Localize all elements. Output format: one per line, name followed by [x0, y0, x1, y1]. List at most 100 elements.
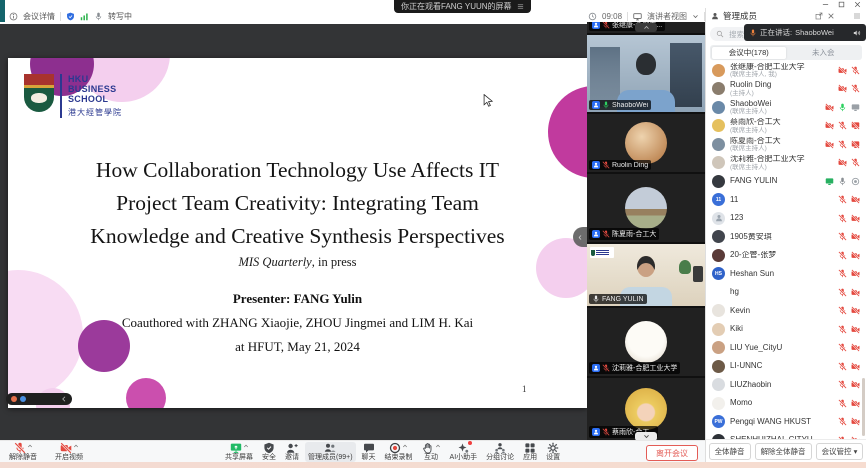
mic-off-icon[interactable]	[838, 288, 847, 297]
participant-row[interactable]: Ruolin Ding(主持人)	[706, 80, 866, 99]
toolbar-chat-button[interactable]: 聊天	[359, 442, 379, 462]
video-strip-collapse-handle[interactable]: ‹	[573, 227, 587, 247]
toolbar-record-button[interactable]: 结束录制	[382, 442, 416, 462]
info-icon[interactable]	[9, 12, 18, 21]
video-tile[interactable]: 陈夏雨-合工大	[587, 174, 705, 242]
mic-off-icon[interactable]	[838, 232, 847, 241]
chevron-up-icon[interactable]	[243, 443, 249, 449]
cam-off-icon[interactable]	[838, 84, 847, 93]
mic-off-icon[interactable]	[838, 325, 847, 334]
participant-row[interactable]: 1111	[706, 191, 866, 210]
mic-off-icon[interactable]	[838, 121, 847, 130]
close-panel-icon[interactable]	[827, 12, 835, 20]
participant-row[interactable]: LIU Yue_CityU	[706, 339, 866, 358]
more-menu-icon[interactable]	[853, 12, 861, 20]
video-tile[interactable]: ShaoboWei	[587, 35, 705, 112]
cam-off-icon[interactable]	[851, 325, 860, 334]
mic-off-icon[interactable]	[838, 399, 847, 408]
minimize-icon[interactable]	[822, 1, 829, 8]
mute-all-button[interactable]: 全体静音	[709, 443, 751, 460]
cam-off-icon[interactable]	[851, 232, 860, 241]
cam-off-icon[interactable]	[851, 417, 860, 426]
mic-off-icon[interactable]	[838, 417, 847, 426]
cam-off-icon[interactable]	[825, 140, 834, 149]
toolbar-gear-button[interactable]: 设置	[543, 442, 563, 462]
screen-gray-icon[interactable]	[851, 103, 860, 112]
mic-off-icon[interactable]	[838, 362, 847, 371]
network-signal-icon[interactable]	[80, 12, 89, 21]
view-mode-label[interactable]: 演讲者视图	[647, 11, 687, 22]
mic-off-icon[interactable]	[851, 66, 860, 75]
toolbar-shield-dark-button[interactable]: 安全	[259, 442, 279, 462]
toolbar-members-button[interactable]: 管理成员(99+)	[305, 442, 356, 462]
mic-live-gray-icon[interactable]	[838, 177, 847, 186]
cam-off-icon[interactable]	[851, 214, 860, 223]
toolbar-apps-button[interactable]: 应用	[520, 442, 540, 462]
chevron-left-icon[interactable]	[61, 396, 67, 402]
participant-row[interactable]: 沈莉雅-合肥工业大学(联席主持人)	[706, 154, 866, 173]
participant-row[interactable]: Momo	[706, 394, 866, 413]
video-tile[interactable]: Ruolin Ding	[587, 114, 705, 172]
toolbar-hand-button[interactable]: 互动	[419, 442, 444, 462]
mic-off-icon[interactable]	[838, 251, 847, 260]
list-scrollbar[interactable]	[862, 378, 865, 436]
participant-row[interactable]: Kiki	[706, 320, 866, 339]
mic-off-icon[interactable]	[838, 269, 847, 278]
collapse-strip-up-button[interactable]	[635, 23, 657, 32]
chevron-up-icon[interactable]	[73, 443, 79, 449]
cam-off-icon[interactable]	[851, 343, 860, 352]
participant-row[interactable]: 张继康-合肥工业大学(联席主持人, 我)	[706, 61, 866, 80]
toolbar-invite-button[interactable]: 邀请	[282, 442, 302, 462]
cam-off-icon[interactable]	[825, 103, 834, 112]
mic-off-icon[interactable]	[838, 214, 847, 223]
tab-in-meeting[interactable]: 会议中(178)	[712, 47, 787, 59]
cam-off-icon[interactable]	[838, 66, 847, 75]
popout-icon[interactable]	[815, 12, 823, 20]
tab-not-joined[interactable]: 未入会	[786, 47, 861, 59]
toolbar-sparkle-button[interactable]: AI小助手	[447, 442, 481, 462]
cam-off-icon[interactable]	[851, 399, 860, 408]
meeting-detail-label[interactable]: 会议详情	[23, 11, 55, 22]
cam-off-icon[interactable]	[851, 288, 860, 297]
cam-off-icon[interactable]	[851, 251, 860, 260]
rec-gray-icon[interactable]	[851, 177, 860, 186]
video-tile[interactable]: 蔡雨欣-合工...	[587, 378, 705, 440]
meeting-control-button[interactable]: 会议管控 ▾	[816, 443, 864, 460]
cam-off-icon[interactable]	[838, 158, 847, 167]
transcribing-label[interactable]: 转写中	[108, 11, 132, 22]
mic-off-icon[interactable]	[838, 380, 847, 389]
chevron-up-icon[interactable]	[402, 443, 408, 449]
participant-row[interactable]: LI-UNNC	[706, 357, 866, 376]
toolbar-cam-slash-big-button[interactable]: 开启视频	[52, 442, 86, 462]
video-tile[interactable]: FANG YULIN	[587, 244, 705, 306]
participant-row[interactable]: hg	[706, 283, 866, 302]
chevron-down-icon[interactable]	[692, 13, 699, 20]
participant-row[interactable]: FANG YULIN	[706, 172, 866, 191]
chevron-up-icon[interactable]	[27, 443, 33, 449]
mic-off-icon[interactable]	[838, 140, 847, 149]
watching-screen-banner[interactable]: 你正在观看FANG YUUN的屏幕	[394, 0, 531, 13]
participant-row[interactable]: 1905黄安琪	[706, 228, 866, 247]
cam-off-icon[interactable]	[851, 362, 860, 371]
floating-widget[interactable]	[6, 393, 72, 405]
participant-row[interactable]: 20-企管-张梦	[706, 246, 866, 265]
mic-off-icon[interactable]	[838, 343, 847, 352]
screen-red-icon[interactable]	[851, 121, 860, 130]
mic-off-icon[interactable]	[851, 84, 860, 93]
participant-row[interactable]: 123	[706, 209, 866, 228]
participant-row[interactable]: PWPengqi WANG HKUST	[706, 413, 866, 432]
cam-off-icon[interactable]	[851, 380, 860, 389]
chevron-up-icon[interactable]	[435, 443, 441, 449]
banner-menu-icon[interactable]	[517, 3, 524, 10]
participant-row[interactable]: 陈夏雨-合工大(联席主持人)	[706, 135, 866, 154]
close-window-icon[interactable]	[854, 1, 861, 8]
leave-meeting-button[interactable]: 离开会议	[646, 445, 698, 461]
toolbar-share-button[interactable]: 共享屏幕	[222, 442, 256, 462]
participant-row[interactable]: Kevin	[706, 302, 866, 321]
video-tile[interactable]: 沈莉雅-合肥工业大学	[587, 308, 705, 376]
screen-red-icon[interactable]	[851, 140, 860, 149]
participant-row[interactable]: ShaoboWei(联席主持人)	[706, 98, 866, 117]
unmute-all-button[interactable]: 解除全体静音	[755, 443, 812, 460]
cam-off-icon[interactable]	[851, 306, 860, 315]
mic-off-icon[interactable]	[838, 306, 847, 315]
